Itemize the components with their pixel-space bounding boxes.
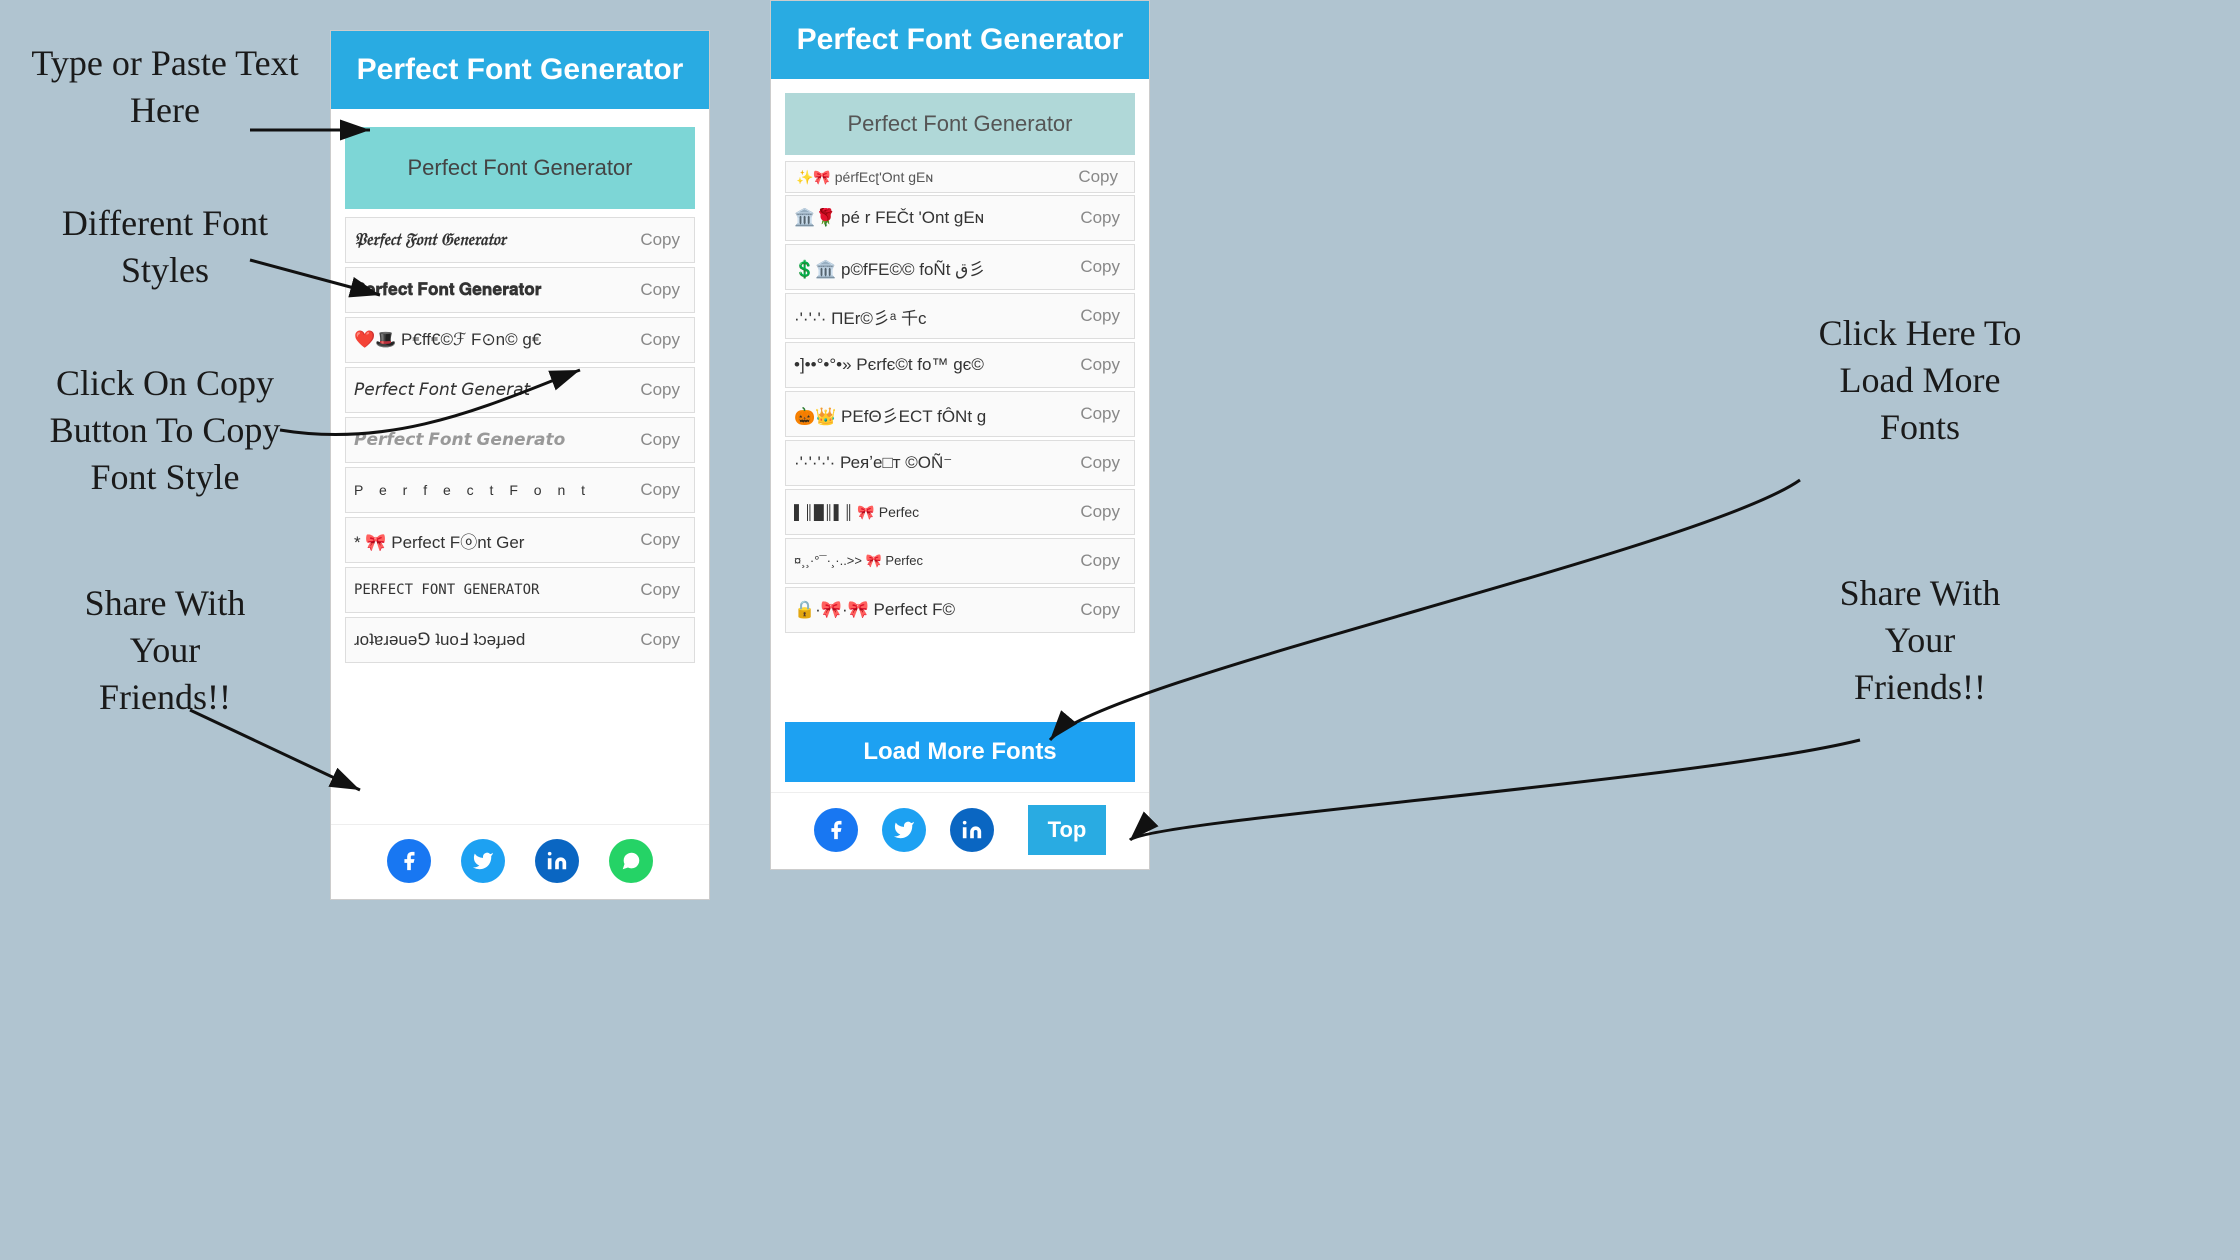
font-row: ▌║█║▌║ 🎀 Рerfec Copy: [785, 489, 1135, 535]
font-row: 𝙋𝙚𝙧𝙛𝙚𝙘𝙩 𝙁𝙤𝙣𝙩 𝙂𝙚𝙣𝙚𝙧𝙖𝙩𝙤 Copy: [345, 417, 695, 463]
copy-button[interactable]: Copy: [1074, 206, 1126, 230]
copy-button[interactable]: Copy: [634, 478, 686, 502]
linkedin-share-button[interactable]: [535, 839, 579, 883]
copy-button[interactable]: Copy: [634, 378, 686, 402]
font-text: * 🎀 Perfect Fⓞnt Ger: [354, 528, 634, 553]
font-row: 𝔓𝔢𝔯𝔣𝔢𝔠𝔱 𝔉𝔬𝔫𝔱 𝔊𝔢𝔫𝔢𝔯𝔞𝔱𝔬𝔯 Copy: [345, 217, 695, 263]
font-row: 𝐏𝐞𝐫𝐟𝐞𝐜𝐭 𝐅𝐨𝐧𝐭 𝐆𝐞𝐧𝐞𝐫𝐚𝐭𝐨𝐫 Copy: [345, 267, 695, 313]
annotation-diff-styles: Different FontStyles: [20, 200, 310, 294]
text-input-right[interactable]: [785, 93, 1135, 155]
linkedin-share-button-right[interactable]: [950, 808, 994, 852]
font-row: P e r f e c t F o n t Copy: [345, 467, 695, 513]
copy-button[interactable]: Copy: [634, 528, 686, 552]
copy-button[interactable]: Copy: [634, 428, 686, 452]
font-text: ❤️🎩 P€ff€©ℱ F⊙n© g€: [354, 330, 634, 350]
font-list-right: 🏛️🌹 pé r FEČt 'Ont gEɴ Copy 💲🏛️ p©fFE©© …: [771, 195, 1149, 716]
facebook-share-button[interactable]: [387, 839, 431, 883]
facebook-share-button-right[interactable]: [814, 808, 858, 852]
copy-button[interactable]: Copy: [1074, 402, 1126, 426]
font-row: 🎃👑 ΡΕfΘ彡ΕCΤ fÔΝt g Copy: [785, 391, 1135, 437]
copy-button[interactable]: Copy: [1074, 255, 1126, 279]
share-bar-right: Top: [771, 792, 1149, 869]
font-row: ·'·'·'· ΠEr©彡ᵃ 千c Copy: [785, 293, 1135, 339]
copy-button[interactable]: Copy: [1074, 451, 1126, 475]
font-text: ɹoʇɐɹǝuǝ⅁ ʇuoℲ ʇɔǝɟɹǝd: [354, 630, 634, 650]
twitter-share-button[interactable]: [461, 839, 505, 883]
font-text: 𝐏𝐞𝐫𝐟𝐞𝐜𝐭 𝐅𝐨𝐧𝐭 𝐆𝐞𝐧𝐞𝐫𝐚𝐭𝐨𝐫: [354, 280, 634, 300]
left-panel: Perfect Font Generator 𝔓𝔢𝔯𝔣𝔢𝔠𝔱 𝔉𝔬𝔫𝔱 𝔊𝔢𝔫𝔢…: [330, 30, 710, 900]
right-panel: Perfect Font Generator ✨🎀 pérfEcʈ'Ont gE…: [770, 0, 1150, 870]
copy-button[interactable]: Copy: [1072, 165, 1124, 189]
load-more-button[interactable]: Load More Fonts: [785, 722, 1135, 782]
font-row: ❤️🎩 P€ff€©ℱ F⊙n© g€ Copy: [345, 317, 695, 363]
font-text: ▌║█║▌║ 🎀 Рerfec: [794, 504, 1074, 521]
copy-button[interactable]: Copy: [1074, 353, 1126, 377]
left-panel-header: Perfect Font Generator: [331, 31, 709, 109]
annotation-load-more: Click Here ToLoad MoreFonts: [1760, 310, 2080, 450]
font-row: * 🎀 Perfect Fⓞnt Ger Copy: [345, 517, 695, 563]
font-row: 💲🏛️ p©fFE©© foÑt ق彡 Copy: [785, 244, 1135, 290]
font-text: ·'·'·'· ΠEr©彡ᵃ 千c: [794, 304, 1074, 329]
font-text: 🎃👑 ΡΕfΘ彡ΕCΤ fÔΝt g: [794, 402, 1074, 427]
font-text: •]••°•°•» Рєrfє©t fo™ gє©: [794, 355, 1074, 375]
copy-button[interactable]: Copy: [1074, 549, 1126, 573]
font-text: 𝘗𝘦𝘳𝘧𝘦𝘤𝘵 𝘍𝘰𝘯𝘵 𝘎𝘦𝘯𝘦𝘳𝘢𝘵: [354, 380, 634, 400]
annotation-share2: Share WithYourFriends!!: [1760, 570, 2080, 710]
partial-font-text: ✨🎀 pérfEcʈ'Ont gEɴ: [796, 169, 1072, 186]
text-input[interactable]: [345, 127, 695, 209]
font-row: 𝘗𝘦𝘳𝘧𝘦𝘤𝘵 𝘍𝘰𝘯𝘵 𝘎𝘦𝘯𝘦𝘳𝘢𝘵 Copy: [345, 367, 695, 413]
copy-button[interactable]: Copy: [1074, 500, 1126, 524]
font-text: P e r f e c t F o n t: [354, 482, 634, 498]
annotation-share: Share WithYourFriends!!: [20, 580, 310, 720]
font-row: ɹoʇɐɹǝuǝ⅁ ʇuoℲ ʇɔǝɟɹǝd Copy: [345, 617, 695, 663]
font-row: ¤¸¸·°¯·¸·..>> 🎀 Рerfec Copy: [785, 538, 1135, 584]
font-row: ·'·'·'·'· Реяʼе□т ©ОÑ⁻ Copy: [785, 440, 1135, 486]
top-button[interactable]: Top: [1028, 805, 1107, 855]
copy-button[interactable]: Copy: [634, 278, 686, 302]
share-bar-left: [331, 824, 709, 899]
copy-button[interactable]: Copy: [634, 628, 686, 652]
font-row: 🏛️🌹 pé r FEČt 'Ont gEɴ Copy: [785, 195, 1135, 241]
font-text: ¤¸¸·°¯·¸·..>> 🎀 Рerfec: [794, 553, 1074, 569]
font-text: 🔒·🎀·🎀 Perfect F©: [794, 600, 1074, 620]
font-text: 𝙋𝙚𝙧𝙛𝙚𝙘𝙩 𝙁𝙤𝙣𝙩 𝙂𝙚𝙣𝙚𝙧𝙖𝙩𝙤: [354, 430, 634, 450]
annotation-click-copy: Click On CopyButton To CopyFont Style: [20, 360, 310, 500]
copy-button[interactable]: Copy: [634, 578, 686, 602]
copy-button[interactable]: Copy: [1074, 598, 1126, 622]
font-text: PERFECT FONT GENERATOR: [354, 582, 634, 598]
font-row: 🔒·🎀·🎀 Perfect F© Copy: [785, 587, 1135, 633]
right-panel-header: Perfect Font Generator: [771, 1, 1149, 79]
annotation-type-paste: Type or Paste TextHere: [20, 40, 310, 134]
font-text: 🏛️🌹 pé r FEČt 'Ont gEɴ: [794, 208, 1074, 228]
font-text: 𝔓𝔢𝔯𝔣𝔢𝔠𝔱 𝔉𝔬𝔫𝔱 𝔊𝔢𝔫𝔢𝔯𝔞𝔱𝔬𝔯: [354, 230, 634, 250]
twitter-share-button-right[interactable]: [882, 808, 926, 852]
font-row: •]••°•°•» Рєrfє©t fo™ gє© Copy: [785, 342, 1135, 388]
copy-button[interactable]: Copy: [634, 228, 686, 252]
font-list-left: 𝔓𝔢𝔯𝔣𝔢𝔠𝔱 𝔉𝔬𝔫𝔱 𝔊𝔢𝔫𝔢𝔯𝔞𝔱𝔬𝔯 Copy 𝐏𝐞𝐫𝐟𝐞𝐜𝐭 𝐅𝐨𝐧𝐭…: [331, 217, 709, 824]
font-text: 💲🏛️ p©fFE©© foÑt ق彡: [794, 255, 1074, 280]
font-row: PERFECT FONT GENERATOR Copy: [345, 567, 695, 613]
copy-button[interactable]: Copy: [1074, 304, 1126, 328]
whatsapp-share-button[interactable]: [609, 839, 653, 883]
partial-font-row: ✨🎀 pérfEcʈ'Ont gEɴ Copy: [785, 161, 1135, 193]
copy-button[interactable]: Copy: [634, 328, 686, 352]
font-text: ·'·'·'·'· Реяʼе□т ©ОÑ⁻: [794, 453, 1074, 473]
